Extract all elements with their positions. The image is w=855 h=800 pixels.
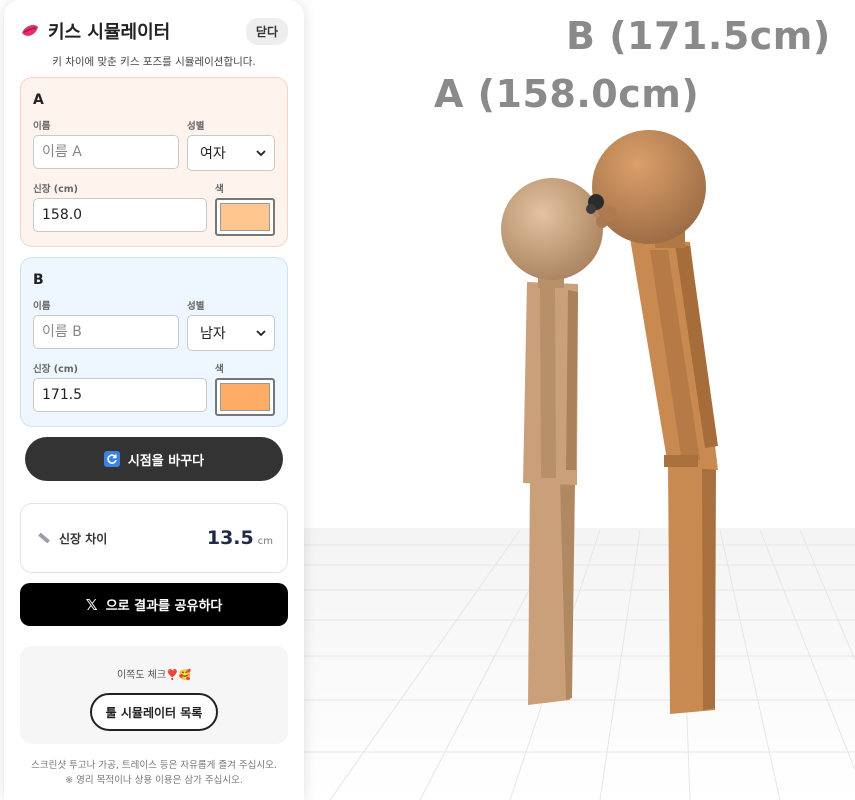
person-b-row-2: 신장 (cm) 색: [33, 361, 275, 416]
person-b-color-picker[interactable]: [215, 378, 275, 416]
person-a-color-picker[interactable]: [215, 198, 275, 236]
person-b-height-input[interactable]: [33, 378, 207, 412]
person-b-card: B 이름 성별 남자 신장 (cm) 색: [20, 257, 288, 427]
person-b-color-fill: [220, 383, 270, 411]
panel-subtitle: 키 차이에 맞춘 키스 포즈를 시뮬레이션합니다.: [52, 56, 256, 68]
floor-plane: [300, 528, 855, 800]
promo-box: 이쪽도 체크❣️🥰 툴 시뮬레이터 목록: [20, 646, 288, 744]
height-difference-value-wrap: 13.5 cm: [207, 527, 273, 549]
person-b-name-label: 이름: [33, 301, 51, 312]
height-difference-card: 신장 차이 13.5 cm: [20, 503, 288, 573]
person-b-height-field: 신장 (cm): [33, 361, 207, 416]
height-difference-unit: cm: [257, 536, 273, 547]
person-a-color-field: 색: [215, 181, 275, 236]
page-title: 키스 시뮬레이터: [48, 22, 171, 43]
person-b-name-field: 이름: [33, 298, 179, 351]
figure-a-label: A (158.0cm): [434, 72, 700, 116]
person-b-gender-value: 남자: [200, 326, 226, 342]
height-difference-label: 신장 차이: [59, 531, 108, 546]
x-logo-icon: 𝕏: [85, 595, 98, 614]
footer-line-2: ※ 영리 목적이나 상용 이용은 삼가 주십시오.: [65, 775, 243, 786]
height-difference-label-wrap: 신장 차이: [37, 530, 107, 547]
person-a-gender-select[interactable]: 여자: [187, 135, 275, 171]
title-wrap: 키스 시뮬레이터: [20, 18, 170, 44]
person-b-color-label: 색: [215, 364, 224, 375]
change-view-button[interactable]: 시점을 바꾸다: [25, 437, 283, 481]
footer-notice: 스크린샷 투고나 가공, 트레이스 등은 자유롭게 즐겨 주십시오. ※ 영리 …: [20, 758, 288, 788]
person-a-height-field: 신장 (cm): [33, 181, 207, 236]
person-a-color-label: 색: [215, 184, 224, 195]
person-b-gender-label: 성별: [187, 301, 205, 312]
person-a-gender-label: 성별: [187, 121, 205, 132]
lips-icon: [22, 25, 38, 36]
control-panel: 키스 시뮬레이터 닫다 키 차이에 맞춘 키스 포즈를 시뮬레이션합니다. A …: [4, 0, 304, 800]
person-a-gender-field: 성별 여자: [187, 118, 275, 171]
person-a-name-label: 이름: [33, 121, 51, 132]
promo-text: 이쪽도 체크❣️🥰: [116, 670, 192, 681]
simulator-list-button[interactable]: 툴 시뮬레이터 목록: [90, 693, 218, 731]
person-a-height-label: 신장 (cm): [33, 184, 79, 195]
person-a-height-input[interactable]: [33, 198, 207, 232]
person-b-color-field: 색: [215, 361, 275, 416]
close-button[interactable]: 닫다: [245, 17, 288, 45]
chevron-down-icon: [256, 150, 266, 157]
footer-line-1: 스크린샷 투고나 가공, 트레이스 등은 자유롭게 즐겨 주십시오.: [31, 760, 277, 771]
person-a-name-field: 이름: [33, 118, 179, 171]
person-b-row-1: 이름 성별 남자: [33, 298, 275, 351]
person-a-color-fill: [220, 203, 270, 231]
share-x-label: 으로 결과를 공유하다: [105, 599, 223, 614]
change-view-label: 시점을 바꾸다: [127, 453, 205, 469]
person-b-name-input[interactable]: [33, 315, 179, 349]
person-b-gender-select[interactable]: 남자: [187, 315, 275, 351]
person-b-height-label: 신장 (cm): [33, 364, 79, 375]
person-a-name-input[interactable]: [33, 135, 179, 169]
figure-b-label: B (171.5cm): [566, 14, 831, 58]
person-a-row-2: 신장 (cm) 색: [33, 181, 275, 236]
person-a-row-1: 이름 성별 여자: [33, 118, 275, 171]
person-b-gender-field: 성별 남자: [187, 298, 275, 351]
panel-header: 키스 시뮬레이터 닫다: [20, 16, 288, 46]
ruler-icon: [38, 532, 50, 544]
person-a-card: A 이름 성별 여자 신장 (cm) 색: [20, 77, 288, 247]
height-difference-value: 13.5: [206, 527, 254, 549]
refresh-icon: [103, 451, 120, 467]
person-a-gender-value: 여자: [200, 146, 226, 162]
share-x-button[interactable]: 𝕏 으로 결과를 공유하다: [20, 583, 288, 626]
person-a-heading: A: [33, 92, 44, 108]
person-b-heading: B: [33, 272, 44, 288]
chevron-down-icon: [256, 330, 266, 337]
